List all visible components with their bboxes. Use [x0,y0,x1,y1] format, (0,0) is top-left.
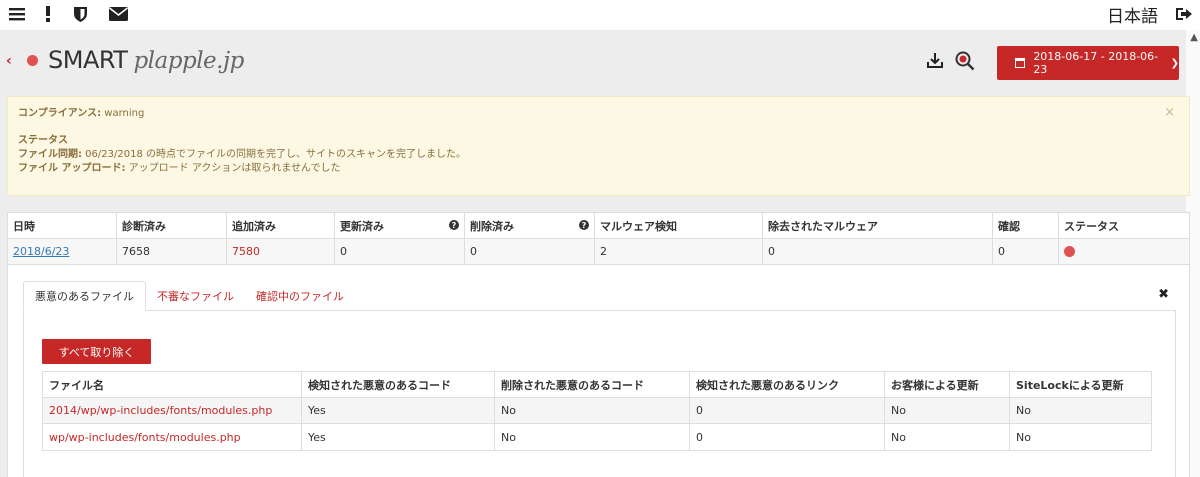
removed-code-value: No [495,424,690,450]
help-icon[interactable]: ? [449,220,459,230]
file-name-link[interactable]: wp/wp-includes/fonts/modules.php [43,424,302,450]
deleted-count: 0 [465,239,595,264]
column-header: ステータス [1064,219,1119,233]
removed-code-value: No [495,398,690,423]
top-bar: 日本語 [0,0,1200,30]
sitelock-update-value: No [1016,430,1031,444]
column-header: 検知された悪意のあるコード [302,372,495,397]
date-range-button[interactable]: 2018-06-17 - 2018-06-23 ❯ [997,46,1179,80]
malware-count: 2 [595,239,763,264]
upload-label: ファイル アップロード: [18,163,126,174]
upload-value: アップロード アクションは取られませんでした [125,163,341,174]
detected-code-value: Yes [302,424,495,450]
customer-update-value: No [885,398,1010,423]
customer-update-value: No [885,424,1010,450]
detected-links-value: 0 [690,398,885,423]
help-icon[interactable]: ? [579,220,589,230]
file-name-link[interactable]: 2014/wp/wp-includes/fonts/modules.php [43,398,302,423]
added-count[interactable]: 7580 [227,239,335,264]
detected-links-value: 0 [690,424,885,450]
alert-close-icon[interactable]: × [1164,106,1175,120]
magnify-target-icon[interactable] [955,51,975,71]
updated-count: 0 [335,239,465,264]
shield-icon[interactable] [73,4,87,24]
status-indicator-dot [27,55,38,66]
mail-icon[interactable] [108,4,128,24]
table-row: wp/wp-includes/fonts/modules.php Yes No … [43,424,1151,450]
column-header: 追加済み [227,213,335,238]
file-tabs: 悪意のあるファイル 不審なファイル 確認中のファイル [23,281,355,311]
column-header: 確認 [993,213,1059,238]
table-header-row: 日時 診断済み 追加済み 更新済み? 削除済み? マルウェア検知 除去されたマル… [8,213,1189,239]
column-header-updated: 更新済み? [335,213,465,238]
compliance-value: warning [101,108,145,119]
alert-icon[interactable] [44,4,52,24]
scan-date-link[interactable]: 2018/6/23 [13,245,69,258]
column-header: 除去されたマルウェア [763,213,993,238]
tab-suspicious-files[interactable]: 不審なファイル [146,281,245,311]
compliance-alert: コンプライアンス: warning ステータス ファイル同期: 06/23/20… [7,96,1190,196]
column-header: 診断済み [117,213,227,238]
tab-reviewing-files[interactable]: 確認中のファイル [245,281,355,311]
date-range-label: 2018-06-17 - 2018-06-23 [1033,50,1159,76]
table-header-row: ファイル名 検知された悪意のあるコード 削除された悪意のあるコード 検知された悪… [43,372,1151,398]
calendar-icon [1015,58,1026,68]
column-header: 日時 [8,213,117,238]
column-header-deleted: 削除済み? [465,213,595,238]
removed-count: 0 [763,239,993,264]
column-header: 検知された悪意のあるリンク [690,372,885,397]
scan-summary-table: 日時 診断済み 追加済み 更新済み? 削除済み? マルウェア検知 除去されたマル… [7,212,1190,266]
sitelock-update-value: No [1016,404,1031,417]
detected-code-value: Yes [302,398,495,423]
menu-icon[interactable] [9,4,25,24]
scanned-count: 7658 [117,239,227,264]
download-icon[interactable] [926,51,946,71]
table-row: 2018/6/23 7658 7580 0 0 2 0 0 [8,239,1189,265]
tab-malicious-files[interactable]: 悪意のあるファイル [23,281,146,311]
table-row: 2014/wp/wp-includes/fonts/modules.php Ye… [43,398,1151,424]
sync-value: 06/23/2018 の時点でファイルの同期を完了し、サイトのスキャンを完了しま… [82,149,466,160]
chevron-down-icon: ❯ [1170,57,1179,69]
page-title: SMART plapple.jp [48,46,244,74]
logout-icon[interactable] [1175,4,1193,24]
column-header: お客様による更新 [885,372,1010,397]
malicious-files-table: ファイル名 検知された悪意のあるコード 削除された悪意のあるコード 検知された悪… [42,371,1152,451]
tab-content: すべて取り除く ファイル名 検知された悪意のあるコード 削除された悪意のあるコー… [23,310,1176,477]
close-icon[interactable]: ✖ [1158,287,1169,302]
back-chevron-icon[interactable]: ‹ [6,53,12,69]
remove-all-button[interactable]: すべて取り除く [42,339,151,364]
language-selector[interactable]: 日本語 [1107,2,1158,27]
status-dot [1064,246,1075,257]
compliance-label: コンプライアンス: [18,108,102,119]
detail-panel: 悪意のあるファイル 不審なファイル 確認中のファイル ✖ すべて取り除く ファイ… [7,265,1190,477]
column-header: マルウェア検知 [595,213,763,238]
column-header: SiteLockによる更新 [1016,378,1124,392]
scroll-up-icon[interactable]: ▲ [1190,32,1198,43]
site-name: plapple.jp [133,48,244,74]
confirmed-count: 0 [993,239,1059,264]
column-header: ファイル名 [43,372,302,397]
product-name: SMART [48,46,128,74]
status-heading: ステータス [18,135,68,146]
column-header: 削除された悪意のあるコード [495,372,690,397]
sync-label: ファイル同期: [18,149,82,160]
